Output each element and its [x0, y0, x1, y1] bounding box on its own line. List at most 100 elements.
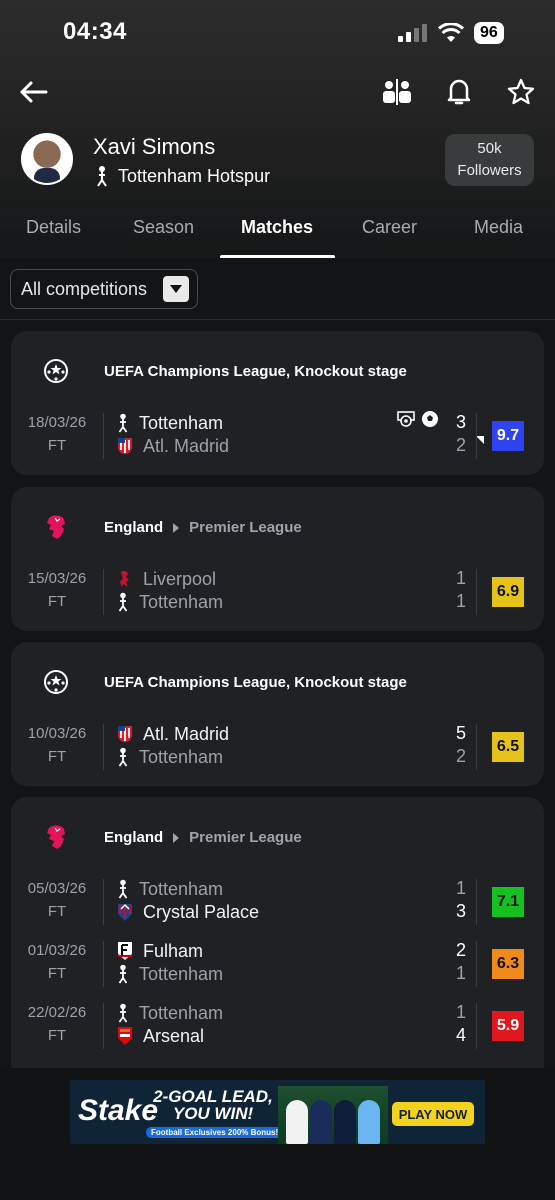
- home-team-name: Fulham: [143, 940, 204, 961]
- notifications-button[interactable]: [443, 76, 475, 108]
- divider: [103, 413, 104, 459]
- match-status: FT: [47, 593, 67, 610]
- away-score: 2: [455, 746, 466, 766]
- match-status: FT: [47, 903, 67, 920]
- match-row[interactable]: 18/03/26 FT Tottenham Atl. Madrid 3 2 9.…: [11, 407, 544, 465]
- competition-league: Premier League: [189, 829, 302, 846]
- away-team: Tottenham: [117, 963, 223, 985]
- competition-country: England: [104, 519, 164, 536]
- premier-league-icon: [47, 515, 65, 539]
- followers-badge[interactable]: 50k Followers: [445, 134, 534, 186]
- away-team: Arsenal: [117, 1025, 204, 1047]
- champions-league-icon: [44, 359, 68, 383]
- competition-filter-dropdown[interactable]: All competitions: [10, 269, 198, 309]
- player-rating: 6.5: [492, 732, 524, 762]
- signal-icon: [398, 24, 427, 42]
- away-score: 4: [455, 1025, 466, 1045]
- home-team-name: Liverpool: [143, 568, 217, 589]
- divider: [103, 941, 104, 987]
- tab-season[interactable]: Season: [133, 217, 194, 238]
- atletico-madrid-crest-icon: [118, 438, 132, 454]
- fulham-crest-icon: [118, 942, 132, 960]
- competition-name: UEFA Champions League, Knockout stage: [104, 674, 407, 691]
- home-score: 3: [455, 412, 466, 432]
- home-team: Liverpool: [117, 568, 216, 590]
- away-team: Tottenham: [117, 591, 223, 613]
- home-team: Fulham: [117, 940, 203, 962]
- tab-details[interactable]: Details: [26, 217, 81, 238]
- home-team-name: Atl. Madrid: [143, 723, 230, 744]
- away-team-name: Crystal Palace: [143, 901, 260, 922]
- match-row[interactable]: 22/02/26 FT Tottenham Arsenal 1 4 5.9: [11, 997, 544, 1055]
- home-team-name: Tottenham: [139, 412, 224, 433]
- ad-players-image: [278, 1086, 388, 1144]
- compare-button[interactable]: [380, 77, 414, 107]
- home-team-name: Tottenham: [139, 1002, 224, 1023]
- home-team: Tottenham: [117, 878, 223, 900]
- competition-filter-label: All competitions: [21, 278, 148, 299]
- match-card: England Premier League 05/03/26 FT Totte…: [11, 797, 544, 1087]
- divider: [476, 724, 477, 770]
- ad-subline: Football Exclusives 200% Bonus!: [146, 1127, 284, 1138]
- player-name: Xavi Simons: [93, 134, 216, 159]
- match-card: England Premier League 15/03/26 FT Liver…: [11, 487, 544, 631]
- tottenham-crest-icon: [118, 592, 128, 612]
- home-score: 1: [455, 1002, 466, 1022]
- match-row[interactable]: 01/03/26 FT Fulham Tottenham 2 1 6.3: [11, 935, 544, 993]
- competition-header[interactable]: England Premier League: [11, 797, 544, 877]
- status-time: 04:34: [63, 18, 127, 45]
- competition-header[interactable]: UEFA Champions League, Knockout stage: [11, 331, 544, 411]
- champions-league-icon: [44, 670, 68, 694]
- premier-league-icon: [47, 825, 65, 849]
- divider: [103, 1003, 104, 1049]
- competition-country: England: [104, 829, 164, 846]
- stake-ad-banner[interactable]: Stake 2-GOAL LEAD, YOU WIN! Football Exc…: [70, 1080, 485, 1144]
- home-score: 5: [455, 723, 466, 743]
- match-date: 18/03/26: [27, 414, 87, 431]
- crystal-palace-crest-icon: [118, 903, 132, 921]
- star-icon: [507, 78, 535, 105]
- tab-career[interactable]: Career: [362, 217, 417, 238]
- away-team-name: Tottenham: [139, 963, 224, 984]
- home-score: 1: [455, 568, 466, 588]
- ad-brand: Stake: [78, 1094, 159, 1127]
- player-rating: 6.3: [492, 949, 524, 979]
- player-team[interactable]: Tottenham Hotspur: [95, 165, 270, 187]
- back-button[interactable]: [16, 76, 50, 108]
- divider: [476, 879, 477, 925]
- divider: [476, 941, 477, 987]
- tottenham-crest-icon: [118, 413, 128, 433]
- match-date: 10/03/26: [27, 725, 87, 742]
- match-row[interactable]: 10/03/26 FT Atl. Madrid Tottenham 5 2 6.…: [11, 718, 544, 776]
- ad-play-now-button[interactable]: PLAY NOW: [392, 1102, 474, 1126]
- match-status: FT: [47, 437, 67, 454]
- player-header: 04:34 96 Xavi Simons Tottenham Hotspur 5…: [0, 0, 555, 259]
- tottenham-crest-icon: [118, 964, 128, 984]
- competition-header[interactable]: UEFA Champions League, Knockout stage: [11, 642, 544, 722]
- liverpool-crest-icon: [120, 570, 129, 587]
- home-team: Atl. Madrid: [117, 723, 229, 745]
- home-team: Tottenham: [117, 412, 223, 434]
- arrow-left-icon: [20, 81, 48, 103]
- player-rating: 5.9: [492, 1011, 524, 1041]
- home-team: Tottenham: [117, 1002, 223, 1024]
- ad-headline: 2-GOAL LEAD, YOU WIN!: [153, 1087, 273, 1123]
- favorite-button[interactable]: [505, 76, 537, 108]
- tab-media[interactable]: Media: [474, 217, 523, 238]
- away-team-name: Arsenal: [143, 1025, 205, 1046]
- match-event-icons: [396, 410, 439, 428]
- match-date: 05/03/26: [27, 880, 87, 897]
- tottenham-crest-icon: [118, 879, 128, 899]
- match-row[interactable]: 15/03/26 FT Liverpool Tottenham 1 1 6.9: [11, 563, 544, 621]
- tab-matches[interactable]: Matches: [241, 217, 313, 238]
- divider: [103, 879, 104, 925]
- followers-count: 50k: [477, 140, 502, 157]
- player-rating: 6.9: [492, 577, 524, 607]
- player-rating: 7.1: [492, 887, 524, 917]
- filter-bar: All competitions: [0, 258, 555, 320]
- divider: [476, 1003, 477, 1049]
- match-row[interactable]: 05/03/26 FT Tottenham Crystal Palace 1 3…: [11, 873, 544, 931]
- away-score: 2: [455, 435, 466, 455]
- competition-header[interactable]: England Premier League: [11, 487, 544, 567]
- goal-ball-icon: [422, 411, 438, 427]
